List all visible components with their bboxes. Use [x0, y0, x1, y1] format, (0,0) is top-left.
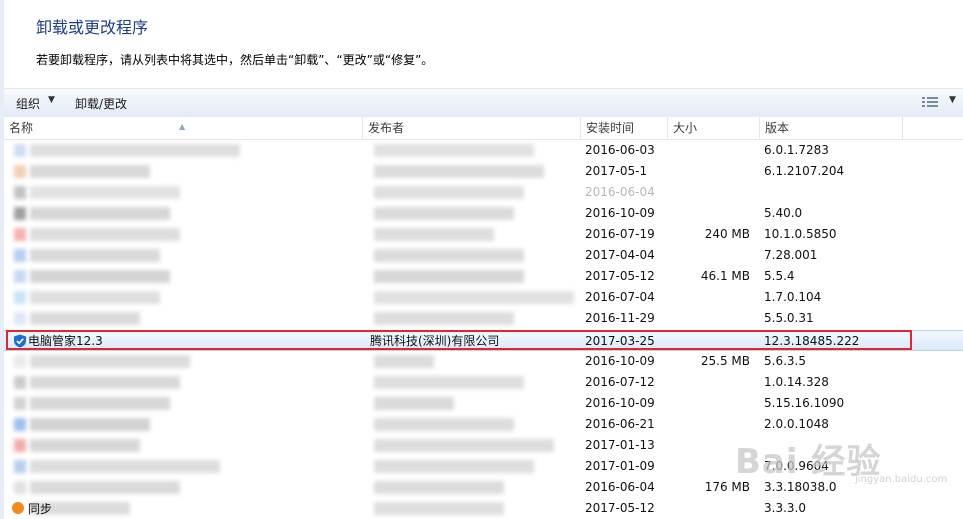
installed-date: 2017-05-12: [585, 501, 655, 515]
column-size[interactable]: 大小: [668, 117, 760, 139]
toolbar: 组织 ▼ 卸载/更改 ▼: [4, 88, 963, 118]
list-item[interactable]: 2016-10-09 5.15.16.1090: [4, 393, 963, 414]
list-item[interactable]: 2016-07-12 1.0.14.328: [4, 372, 963, 393]
view-options-icon[interactable]: [922, 96, 938, 108]
version: 5.40.0: [764, 206, 803, 220]
version: 6.1.2107.204: [764, 164, 845, 178]
installed-date: 2016-07-12: [585, 375, 655, 389]
list-item[interactable]: 2017-05-12 3.3.3.0: [4, 498, 963, 519]
version: 5.15.16.1090: [764, 396, 845, 410]
organize-button[interactable]: 组织: [16, 95, 40, 112]
list-item[interactable]: 2016-11-29 5.5.0.31: [4, 308, 963, 329]
page-description: 若要卸载程序，请从列表中将其选中，然后单击“卸载”、“更改”或“修复”。: [36, 53, 434, 67]
version: 7.28.001: [764, 248, 818, 262]
page-title: 卸载或更改程序: [36, 18, 149, 37]
version: 1.0.14.328: [764, 375, 829, 389]
column-header: 名称 ▲ 发布者 安装时间 大小 版本: [4, 117, 963, 140]
installed-date: 2016-11-29: [585, 311, 655, 325]
installed-date: 2017-05-12: [585, 269, 655, 283]
uninstall-change-button[interactable]: 卸载/更改: [75, 95, 127, 112]
view-dropdown-icon[interactable]: ▼: [949, 95, 956, 105]
installed-date: 2016-07-04: [585, 290, 655, 304]
installed-date: 2017-01-13: [585, 438, 655, 452]
list-item[interactable]: 2016-06-21 2.0.0.1048: [4, 414, 963, 435]
size: 240 MB: [704, 227, 750, 241]
app-icon: [12, 502, 24, 514]
version: 2.0.0.1048: [764, 417, 829, 431]
installed-date: 2016-10-09: [585, 396, 655, 410]
list-item[interactable]: 2016-06-04: [4, 182, 963, 203]
program-name-partial: 同步: [28, 502, 53, 516]
column-publisher[interactable]: 发布者: [363, 117, 581, 139]
list-item[interactable]: 2016-10-09 25.5 MB 5.6.3.5: [4, 351, 963, 372]
installed-date: 2016-06-21: [585, 417, 655, 431]
sort-ascending-icon: ▲: [179, 122, 186, 131]
list-item[interactable]: 2017-05-12 46.1 MB 5.5.4: [4, 266, 963, 287]
installed-date: 2017-05-1: [585, 164, 648, 178]
column-version[interactable]: 版本: [760, 117, 903, 139]
installed-date: 2016-06-04: [585, 480, 655, 494]
list-item[interactable]: 2017-04-04 7.28.001: [4, 245, 963, 266]
installed-date: 2016-07-19: [585, 227, 655, 241]
list-item[interactable]: 2017-05-1 6.1.2107.204: [4, 161, 963, 182]
list-item[interactable]: 2016-07-04 1.7.0.104: [4, 287, 963, 308]
installed-date: 2016-10-09: [585, 206, 655, 220]
size: 25.5 MB: [700, 354, 750, 368]
version: 5.6.3.5: [764, 354, 806, 368]
installed-date: 2017-01-09: [585, 459, 655, 473]
installed-date: 2016-10-09: [585, 354, 655, 368]
version: 3.3.3.0: [764, 501, 806, 515]
version: 10.1.0.5850: [764, 227, 837, 241]
column-name[interactable]: 名称 ▲: [4, 117, 363, 139]
version: 5.5.4: [764, 269, 795, 283]
version: 5.5.0.31: [764, 311, 814, 325]
highlight-box: [6, 330, 912, 350]
list-item[interactable]: 2016-07-19 240 MB 10.1.0.5850: [4, 224, 963, 245]
installed-date: 2017-04-04: [585, 248, 655, 262]
installed-date: 2016-06-04: [585, 185, 655, 199]
installed-date: 2016-06-03: [585, 143, 655, 157]
list-item[interactable]: 2016-10-09 5.40.0: [4, 203, 963, 224]
version: 1.7.0.104: [764, 290, 822, 304]
watermark-url: jingyan.baidu.com: [855, 474, 948, 485]
list-item[interactable]: 2016-06-03 6.0.1.7283: [4, 140, 963, 161]
column-installed-on[interactable]: 安装时间: [581, 117, 668, 139]
chevron-down-icon[interactable]: ▼: [48, 95, 55, 105]
size: 46.1 MB: [700, 269, 750, 283]
version: 6.0.1.7283: [764, 143, 829, 157]
